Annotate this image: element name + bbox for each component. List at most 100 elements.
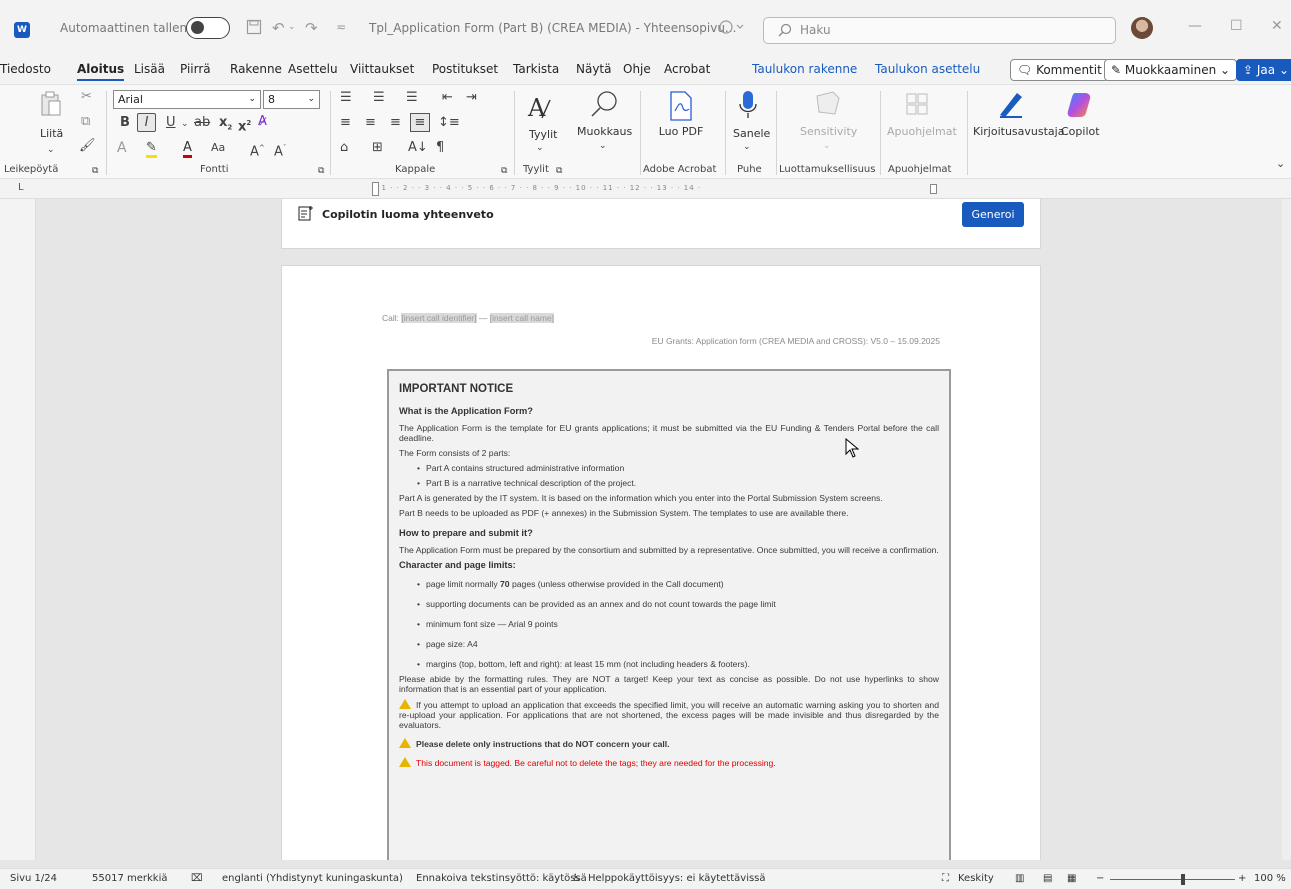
increase-indent-icon[interactable]: ⇥ bbox=[466, 91, 477, 105]
paste-icon[interactable] bbox=[40, 91, 62, 117]
call-identifier-tag[interactable]: [insert call identifier] bbox=[401, 313, 477, 323]
text-prediction-status[interactable]: Ennakoiva tekstinsyöttö: käytössä bbox=[416, 873, 587, 884]
tab-insert[interactable]: Lisää bbox=[134, 62, 165, 76]
addins-label[interactable]: Apuohjelmat bbox=[887, 125, 957, 138]
sort-icon[interactable]: A↓ bbox=[408, 141, 428, 155]
language-indicator[interactable]: englanti (Yhdistynyt kuningaskunta) bbox=[222, 873, 403, 884]
indent-marker-left[interactable] bbox=[372, 182, 379, 196]
change-case-icon[interactable]: Aa bbox=[211, 141, 225, 155]
zoom-slider[interactable] bbox=[1110, 879, 1235, 880]
accessibility-status[interactable]: Helppokäyttöisyys: ei käytettävissä bbox=[588, 873, 766, 884]
zoom-slider-thumb[interactable] bbox=[1181, 874, 1185, 885]
line-spacing-icon[interactable]: ↕≡ bbox=[438, 116, 460, 130]
borders-icon[interactable]: ⊞ bbox=[372, 141, 383, 155]
multilevel-list-icon[interactable]: ☰ bbox=[406, 91, 418, 105]
save-icon[interactable] bbox=[246, 19, 262, 35]
redo-icon[interactable]: ↷ bbox=[305, 19, 318, 37]
tab-references[interactable]: Viittaukset bbox=[350, 62, 414, 76]
tab-acrobat[interactable]: Acrobat bbox=[664, 62, 710, 76]
collapse-ribbon-icon[interactable]: ⌄ bbox=[1276, 157, 1285, 171]
font-color-icon[interactable]: A bbox=[183, 140, 192, 158]
paste-dropdown-icon[interactable]: ⌄ bbox=[47, 143, 55, 157]
shading-icon[interactable]: ⌂ bbox=[340, 141, 348, 155]
align-right-icon[interactable]: ≡ bbox=[390, 116, 401, 130]
document-page[interactable]: Call: [insert call identifier] — [insert… bbox=[281, 265, 1041, 860]
call-name-tag[interactable]: [insert call name] bbox=[489, 313, 554, 323]
vertical-scrollbar[interactable] bbox=[1282, 199, 1291, 860]
tab-design[interactable]: Rakenne bbox=[230, 62, 282, 76]
pdf-icon[interactable] bbox=[669, 91, 693, 121]
copilot-icon[interactable] bbox=[1067, 91, 1095, 119]
proofing-icon[interactable]: ⌧ bbox=[191, 873, 203, 884]
zoom-in-icon[interactable]: + bbox=[1238, 873, 1246, 884]
styles-label[interactable]: Tyylit bbox=[529, 128, 557, 141]
editing-label[interactable]: Muokkaus bbox=[577, 125, 632, 138]
zoom-out-icon[interactable]: − bbox=[1096, 873, 1104, 884]
comments-button[interactable]: 🗨 Kommentit bbox=[1010, 59, 1109, 81]
tab-table-design[interactable]: Taulukon rakenne bbox=[752, 62, 857, 76]
sync-status-icon[interactable] bbox=[718, 19, 744, 35]
format-painter-icon[interactable]: 🖌 bbox=[79, 139, 96, 153]
dialog-launcher-icon[interactable]: ⧉ bbox=[556, 164, 562, 178]
search-box[interactable]: Haku bbox=[763, 17, 1116, 44]
writing-assistant-label[interactable]: Kirjoitusavustaja bbox=[973, 125, 1064, 138]
indent-marker-right[interactable] bbox=[930, 184, 937, 194]
create-pdf-label[interactable]: Luo PDF bbox=[658, 125, 704, 138]
tab-selector-icon[interactable]: L bbox=[18, 182, 24, 193]
microphone-icon[interactable] bbox=[739, 90, 757, 120]
sensitivity-icon[interactable] bbox=[815, 90, 841, 118]
strikethrough-icon[interactable]: ab bbox=[194, 116, 210, 130]
chevron-down-icon[interactable]: ⌄ bbox=[181, 117, 189, 131]
generate-button[interactable]: Generoi bbox=[962, 202, 1024, 227]
tab-layout[interactable]: Asettelu bbox=[288, 62, 338, 76]
align-center-icon[interactable]: ≡ bbox=[365, 116, 376, 130]
writing-assistant-icon[interactable] bbox=[997, 91, 1025, 119]
undo-icon[interactable]: ↶ bbox=[272, 19, 285, 37]
font-size-select[interactable]: 8 ⌄ bbox=[263, 90, 320, 109]
justify-icon[interactable]: ≡ bbox=[410, 113, 430, 132]
share-button[interactable]: ⇪ Jaa ⌄ bbox=[1236, 59, 1291, 81]
autosave-toggle[interactable] bbox=[186, 17, 230, 39]
character-count[interactable]: 55017 merkkiä bbox=[92, 873, 167, 884]
superscript-icon[interactable]: x2 bbox=[238, 116, 251, 134]
tab-home[interactable]: Aloitus bbox=[77, 62, 125, 81]
grow-font-icon[interactable]: A^ bbox=[250, 141, 265, 159]
numbering-icon[interactable]: ☰ bbox=[373, 91, 385, 105]
customize-qat-icon[interactable]: ≂ bbox=[336, 20, 346, 34]
bold-icon[interactable]: B bbox=[120, 116, 130, 130]
italic-icon[interactable]: I bbox=[137, 113, 156, 132]
highlight-color-icon[interactable]: ✎ bbox=[146, 140, 157, 158]
copilot-label[interactable]: Copilot bbox=[1061, 125, 1100, 138]
bullets-icon[interactable]: ☰ bbox=[340, 91, 352, 105]
decrease-indent-icon[interactable]: ⇤ bbox=[442, 91, 453, 105]
dialog-launcher-icon[interactable]: ⧉ bbox=[318, 164, 324, 178]
chevron-down-icon[interactable]: ⌄ bbox=[599, 139, 607, 153]
web-layout-icon[interactable]: ▦ bbox=[1067, 873, 1076, 884]
styles-icon[interactable]: A bbox=[526, 92, 552, 122]
tab-review[interactable]: Tarkista bbox=[513, 62, 559, 76]
print-layout-icon[interactable]: ▤ bbox=[1043, 873, 1052, 884]
subscript-icon[interactable]: x2 bbox=[219, 116, 232, 135]
tab-file[interactable]: Tiedosto bbox=[0, 62, 51, 76]
show-marks-icon[interactable]: ¶ bbox=[436, 141, 444, 155]
page-counter[interactable]: Sivu 1/24 bbox=[10, 873, 57, 884]
chevron-down-icon[interactable]: ⌄ bbox=[536, 141, 544, 155]
paste-label[interactable]: Liitä bbox=[40, 127, 63, 140]
tab-view[interactable]: Näytä bbox=[576, 62, 612, 76]
editing-mode-button[interactable]: ✎ Muokkaaminen ⌄ bbox=[1104, 59, 1238, 81]
cut-icon[interactable]: ✂ bbox=[81, 90, 92, 104]
clear-formatting-icon[interactable]: A̷ bbox=[258, 115, 267, 129]
dialog-launcher-icon[interactable]: ⧉ bbox=[92, 164, 98, 178]
align-left-icon[interactable]: ≡ bbox=[340, 116, 351, 130]
addins-icon[interactable] bbox=[906, 93, 928, 115]
document-title[interactable]: Tpl_Application Form (Part B) (CREA MEDI… bbox=[369, 21, 736, 35]
undo-dropdown-icon[interactable]: ⌄ bbox=[288, 22, 296, 32]
tab-mailings[interactable]: Postitukset bbox=[432, 62, 498, 76]
zoom-level[interactable]: 100 % bbox=[1254, 873, 1286, 884]
read-mode-icon[interactable]: ▥ bbox=[1015, 873, 1024, 884]
close-icon[interactable]: ✕ bbox=[1271, 18, 1283, 34]
minimize-icon[interactable]: — bbox=[1188, 18, 1202, 34]
focus-mode-button[interactable]: Keskity bbox=[958, 873, 994, 884]
dictate-label[interactable]: Sanele bbox=[733, 127, 770, 140]
underline-icon[interactable]: U bbox=[166, 116, 176, 130]
